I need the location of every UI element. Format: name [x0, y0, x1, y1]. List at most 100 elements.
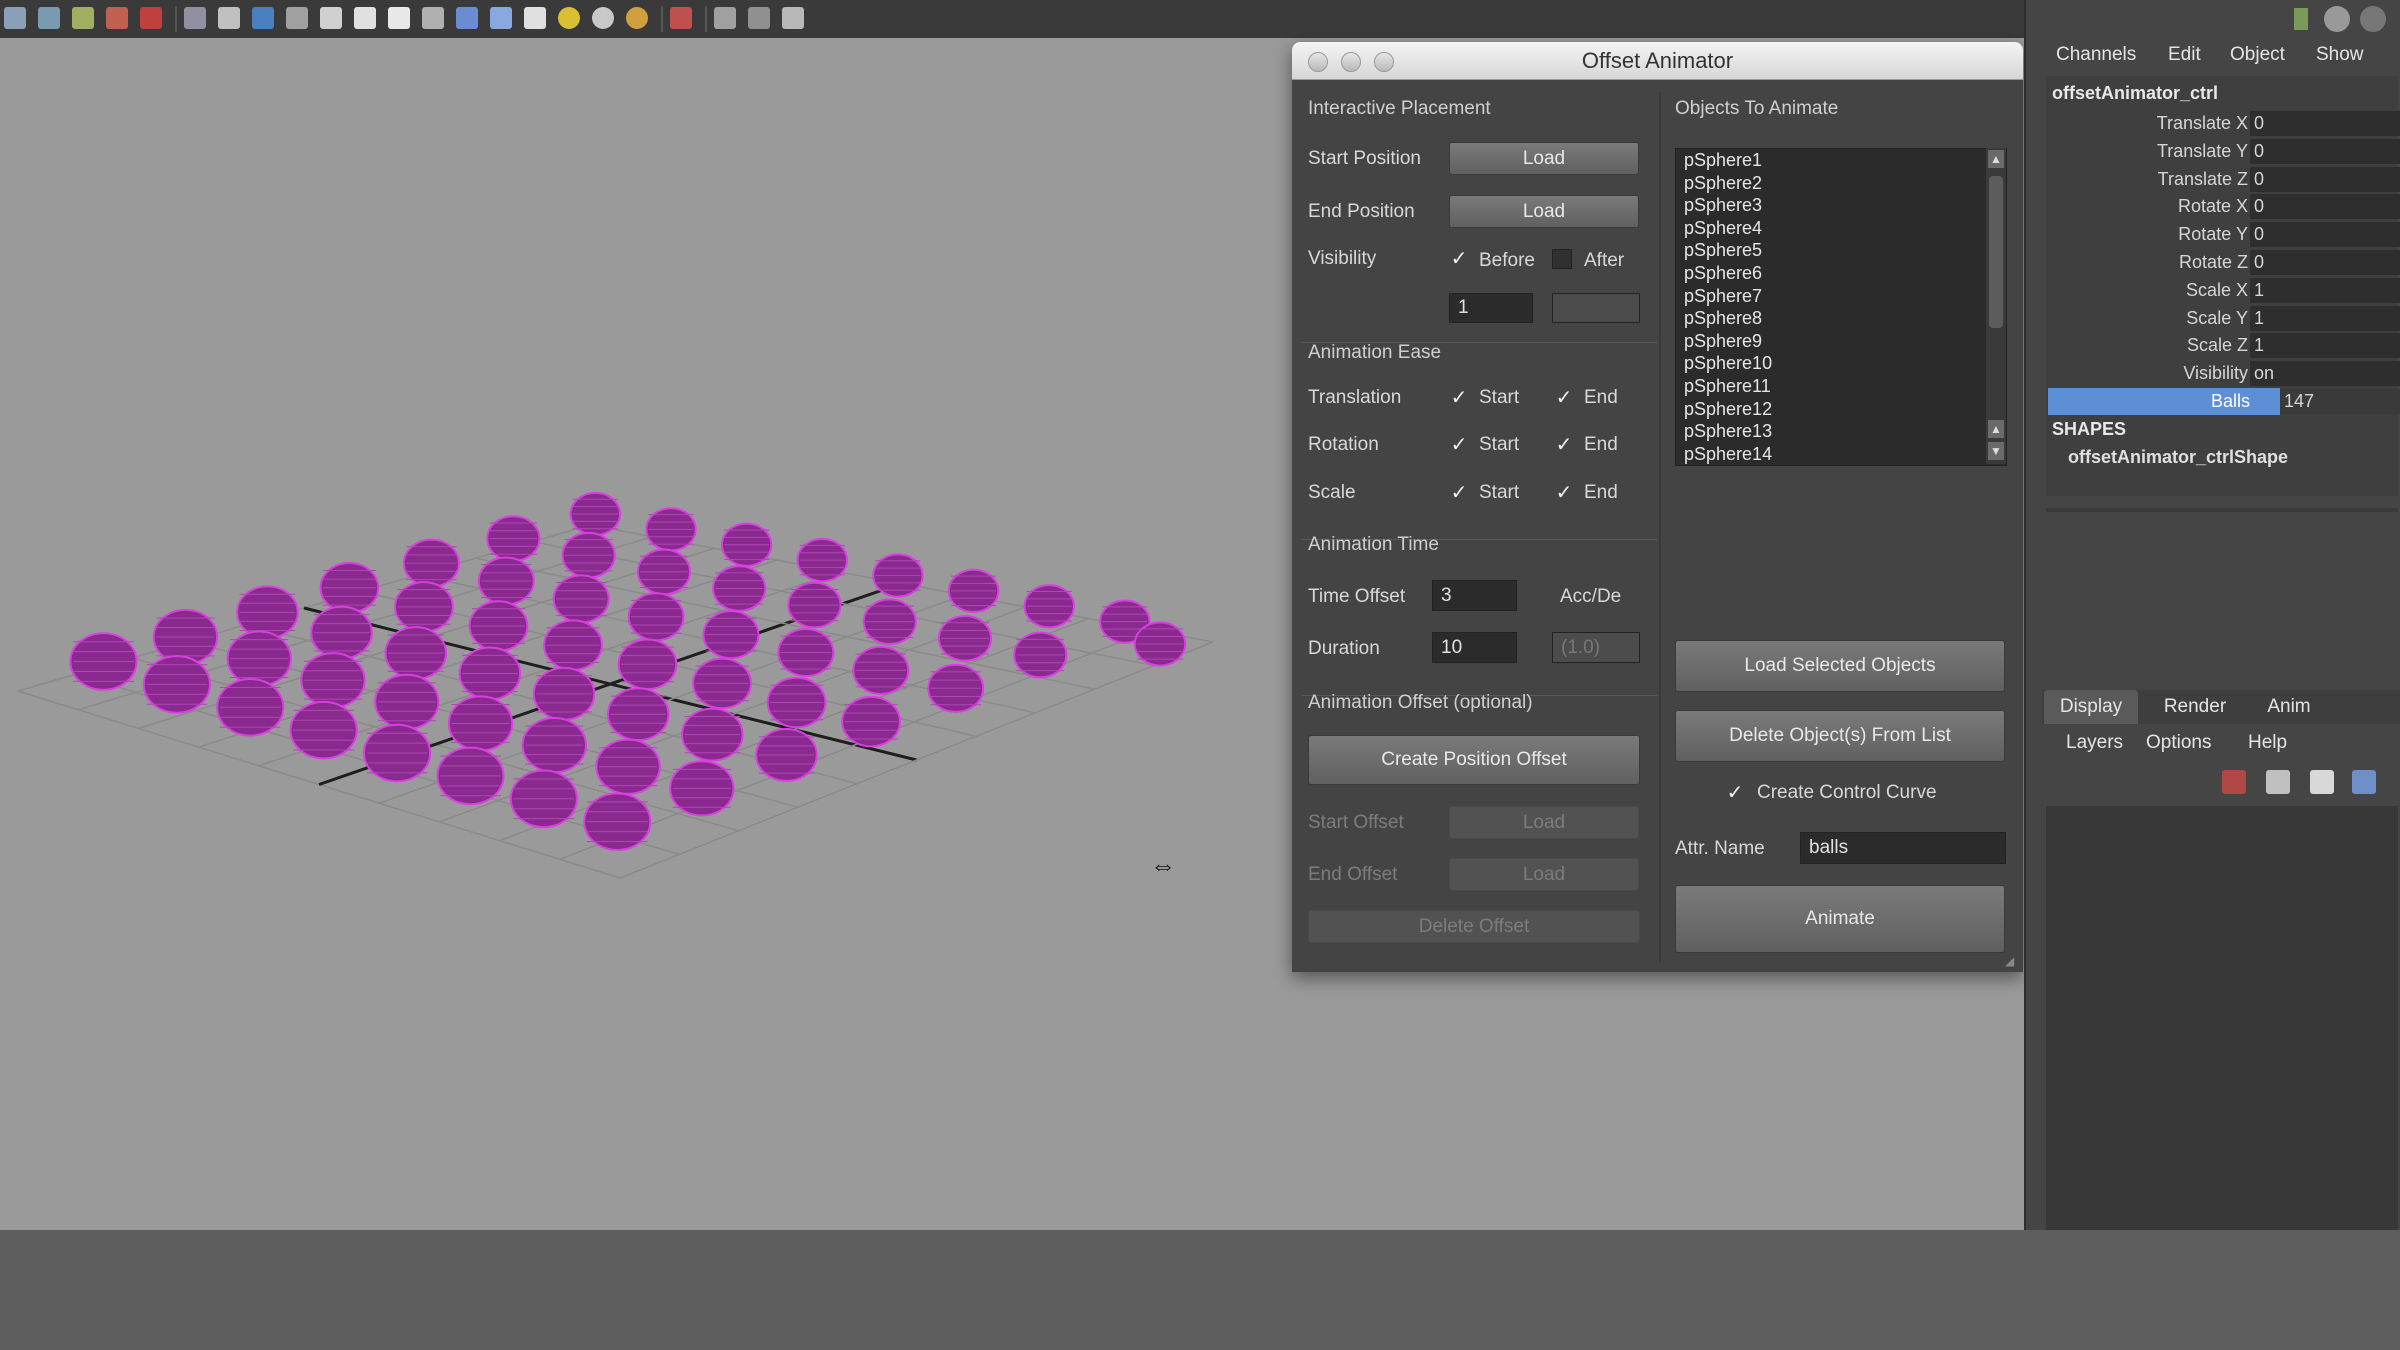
scroll-thumb[interactable] [1989, 176, 2003, 328]
paint-icon[interactable] [72, 7, 94, 29]
tab-display[interactable]: Display [2044, 690, 2138, 724]
xray-icon[interactable] [524, 7, 546, 29]
tab-render[interactable]: Render [2148, 690, 2242, 724]
list-item[interactable]: pSphere3 [1676, 194, 2006, 217]
scale-end-checkbox[interactable]: ✓ [1554, 480, 1574, 505]
grid-icon[interactable] [184, 7, 206, 29]
channel-row[interactable]: Translate X0 [2048, 110, 2400, 137]
menu-options[interactable]: Options [2146, 732, 2211, 754]
move-icon[interactable] [106, 7, 128, 29]
menu-layers[interactable]: Layers [2066, 732, 2123, 754]
channel-row[interactable]: Rotate Z0 [2048, 249, 2400, 276]
menu-help[interactable]: Help [2248, 732, 2287, 754]
acc-dec-field[interactable]: (1.0) [1552, 632, 1640, 663]
end-offset-load-button[interactable]: Load [1449, 858, 1639, 891]
start-position-load-button[interactable]: Load [1449, 142, 1639, 175]
objects-list[interactable]: pSphere1 pSphere2 pSphere3 pSphere4 pSphere5… [1675, 148, 2007, 466]
window-titlebar[interactable]: Offset Animator [1292, 42, 2023, 80]
camera-icon[interactable] [252, 7, 274, 29]
channel-value[interactable]: 0 [2250, 250, 2400, 275]
rotation-end-checkbox[interactable]: ✓ [1554, 432, 1574, 457]
channel-value[interactable]: 1 [2250, 277, 2400, 303]
channel-value[interactable]: 1 [2250, 333, 2400, 359]
panel-splitter[interactable] [2046, 508, 2398, 512]
list-item[interactable]: pSphere6 [1676, 262, 2006, 285]
menu-channels[interactable]: Channels [2056, 44, 2136, 66]
channel-row[interactable]: Translate Y0 [2048, 138, 2400, 165]
sun-icon[interactable] [626, 7, 648, 29]
objects-list-scrollbar[interactable]: ▲ ▲ ▼ [1986, 148, 2006, 464]
cube-textured-icon[interactable] [490, 7, 512, 29]
joint-icon[interactable] [782, 7, 804, 29]
frame-icon[interactable] [218, 7, 240, 29]
isolate-icon[interactable] [670, 7, 692, 29]
delete-offset-button[interactable]: Delete Offset [1308, 910, 1640, 943]
list-item[interactable]: pSphere1 [1676, 149, 2006, 172]
channel-row[interactable]: Translate Z0 [2048, 166, 2400, 193]
create-position-offset-button[interactable]: Create Position Offset [1308, 735, 1640, 785]
before-frame-field[interactable]: 1 [1449, 293, 1533, 323]
list-item[interactable]: pSphere5 [1676, 239, 2006, 262]
channel-value[interactable]: 0 [2250, 222, 2400, 248]
translation-start-checkbox[interactable]: ✓ [1449, 385, 1469, 410]
channel-row[interactable]: Scale Y1 [2048, 305, 2400, 332]
animate-button[interactable]: Animate [1675, 885, 2005, 953]
channel-row[interactable]: Scale X1 [2048, 277, 2400, 304]
channel-row[interactable]: Scale Z1 [2048, 332, 2400, 359]
text-icon[interactable] [388, 7, 410, 29]
cube-icon[interactable] [422, 7, 444, 29]
tool-settings-icon[interactable] [2294, 8, 2308, 30]
hud-cube-icon[interactable] [714, 7, 736, 29]
rotation-start-checkbox[interactable]: ✓ [1449, 432, 1469, 457]
channel-value[interactable]: 0 [2250, 194, 2400, 220]
new-layer-icon[interactable] [2266, 770, 2290, 794]
after-checkbox[interactable] [1552, 249, 1572, 269]
load-selected-objects-button[interactable]: Load Selected Objects [1675, 640, 2005, 692]
select-tool-icon[interactable] [4, 7, 26, 29]
display-toggle-icon[interactable] [2324, 6, 2350, 32]
channel-row[interactable]: Visibility on [2048, 360, 2400, 387]
channel-value[interactable]: 147 [2280, 389, 2400, 414]
layer-move-up-icon[interactable] [2310, 770, 2334, 794]
list-item[interactable]: pSphere8 [1676, 307, 2006, 330]
light-icon[interactable] [558, 7, 580, 29]
cube-shaded-icon[interactable] [456, 7, 478, 29]
scroll-down-icon[interactable]: ▼ [1988, 442, 2004, 460]
layer-icon[interactable] [748, 7, 770, 29]
scroll-up-icon[interactable]: ▲ [1988, 420, 2004, 438]
new-layer-selected-icon[interactable] [2222, 770, 2246, 794]
time-offset-field[interactable]: 3 [1432, 580, 1517, 611]
list-item[interactable]: pSphere10 [1676, 352, 2006, 375]
start-offset-load-button[interactable]: Load [1449, 806, 1639, 839]
shaded-icon[interactable] [354, 7, 376, 29]
list-item[interactable]: pSphere2 [1676, 172, 2006, 195]
layer-list[interactable] [2046, 806, 2398, 1230]
scale-start-checkbox[interactable]: ✓ [1449, 480, 1469, 505]
list-item[interactable]: pSphere9 [1676, 330, 2006, 353]
menu-show[interactable]: Show [2316, 44, 2364, 66]
layer-move-down-icon[interactable] [2352, 770, 2376, 794]
list-item[interactable]: pSphere7 [1676, 285, 2006, 308]
list-item[interactable]: pSphere11 [1676, 375, 2006, 398]
channel-value[interactable]: 0 [2250, 111, 2400, 136]
rotate-icon[interactable] [140, 7, 162, 29]
list-item[interactable]: pSphere15 [1676, 465, 2006, 466]
channel-value[interactable]: 1 [2250, 305, 2400, 331]
channel-value[interactable]: 0 [2250, 138, 2400, 164]
delete-objects-button[interactable]: Delete Object(s) From List [1675, 710, 2005, 762]
attr-name-field[interactable]: balls [1800, 832, 2006, 864]
list-item[interactable]: pSphere4 [1676, 217, 2006, 240]
wireframe-icon[interactable] [320, 7, 342, 29]
texture-icon[interactable] [286, 7, 308, 29]
tab-anim[interactable]: Anim [2242, 690, 2336, 724]
layout-toggle-icon[interactable] [2360, 6, 2386, 32]
translation-end-checkbox[interactable]: ✓ [1554, 385, 1574, 410]
end-position-load-button[interactable]: Load [1449, 195, 1639, 228]
duration-field[interactable]: 10 [1432, 632, 1517, 663]
list-item[interactable]: pSphere13 [1676, 420, 2006, 443]
menu-edit[interactable]: Edit [2168, 44, 2201, 66]
create-control-curve-checkbox[interactable]: ✓ [1725, 780, 1745, 805]
channel-row[interactable]: Balls 147 [2048, 388, 2400, 415]
channel-row[interactable]: Rotate X0 [2048, 193, 2400, 220]
scroll-up-icon[interactable]: ▲ [1988, 150, 2004, 168]
